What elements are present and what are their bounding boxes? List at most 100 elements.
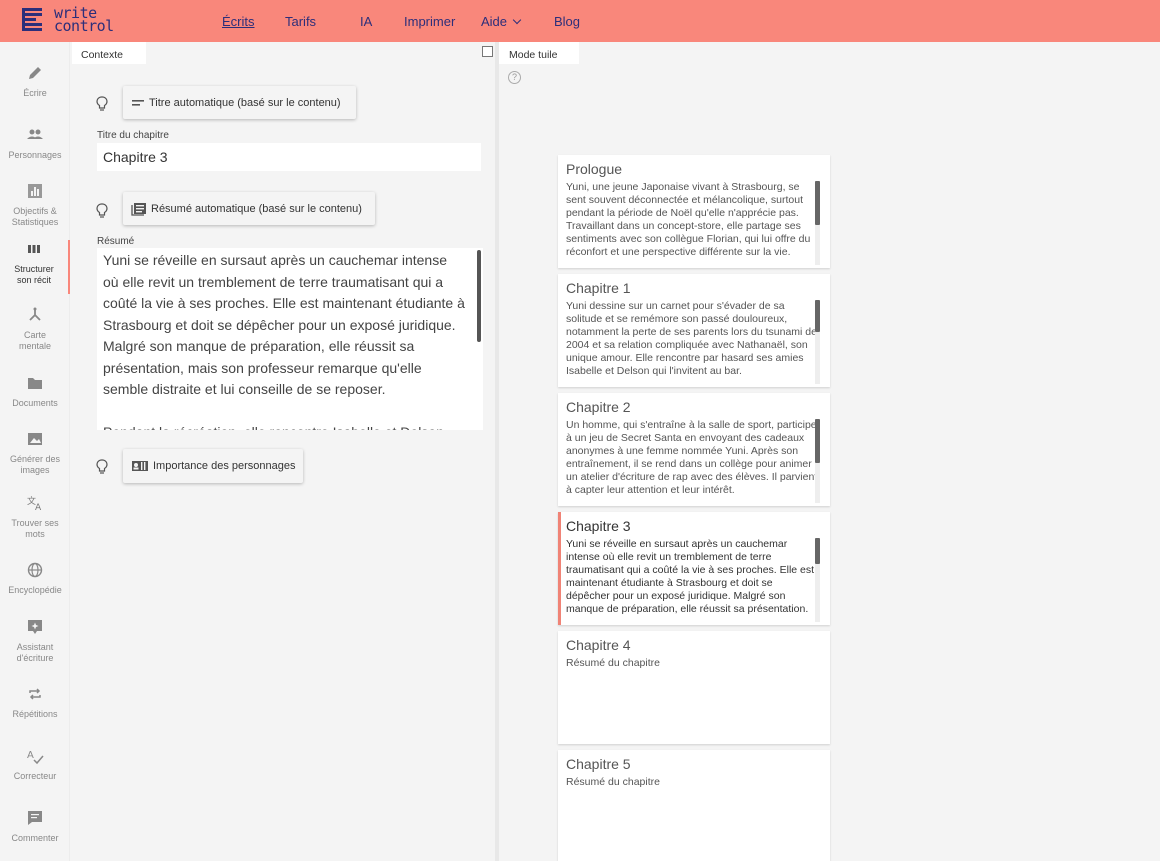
logo-text: write control: [54, 4, 114, 35]
chapter-tile-summary: Yuni dessine sur un carnet pour s'évader…: [566, 300, 817, 378]
sidebar-item-label: mentale: [18, 341, 52, 351]
sidebar-item-label: son récit: [16, 275, 51, 285]
auto-summary-button[interactable]: Résumé automatique (basé sur le contenu): [123, 192, 375, 225]
sidebar-item-generer-images[interactable]: Générer des images: [0, 430, 70, 476]
nav-blog[interactable]: Blog: [554, 14, 580, 29]
sidebar-item-label: Écrire: [23, 88, 47, 98]
pencil-icon: [29, 67, 41, 79]
short-text-icon: [132, 99, 144, 106]
tab-contexte[interactable]: Contexte: [72, 42, 146, 64]
svg-text:A: A: [27, 750, 34, 761]
chapter-tile-summary: Yuni, une jeune Japonaise vivant à Stras…: [566, 181, 811, 259]
chapter-tile-summary: Yuni se réveille en sursaut après un cau…: [566, 538, 815, 616]
logo-icon: [22, 7, 46, 33]
nav-aide-label: Aide: [481, 14, 508, 29]
sidebar-item-correcteur[interactable]: A Correcteur: [0, 747, 70, 782]
chapter-tile-title: Prologue: [566, 161, 623, 177]
chapter-title-input[interactable]: [97, 143, 481, 171]
translate-icon: 文A: [27, 495, 42, 512]
sidebar-item-label: Commenter: [11, 833, 59, 843]
sidebar-item-repetitions[interactable]: Répétitions: [0, 685, 70, 720]
sidebar-item-label: mots: [25, 529, 45, 539]
sidebar-item-ecrire[interactable]: Écrire: [0, 64, 70, 99]
columns-icon: [28, 245, 40, 253]
sidebar-item-documents[interactable]: Documents: [0, 374, 70, 409]
sidebar-item-label: Trouver ses: [11, 518, 59, 528]
sidebar-item-label: Carte: [23, 330, 46, 340]
chapter-tile-summary: Un homme, qui s'entraîne à la salle de s…: [566, 419, 818, 497]
write-control-logo[interactable]: write control: [22, 4, 114, 35]
panel-divider[interactable]: [495, 42, 499, 861]
chapter-tile-prologue[interactable]: Prologue Yuni, une jeune Japonaise vivan…: [558, 155, 830, 268]
tile-scrollbar[interactable]: [815, 538, 820, 564]
chapter-tile-summary: Résumé du chapitre: [566, 657, 660, 669]
sidebar-item-label: Assistant: [16, 642, 54, 652]
bar-chart-icon: [28, 184, 42, 198]
summary-scrollbar[interactable]: [477, 250, 481, 342]
assistant-icon: [28, 620, 42, 634]
help-icon[interactable]: ?: [508, 71, 521, 84]
sidebar-item-label: Statistiques: [11, 217, 59, 227]
nav-imprimer[interactable]: Imprimer: [404, 14, 455, 29]
sidebar-item-structurer[interactable]: Structurer son récit: [0, 240, 70, 294]
nav-ia[interactable]: IA: [360, 14, 372, 29]
chapter-tile-title: Chapitre 1: [566, 280, 631, 296]
top-navigation-bar: write control Écrits Tarifs IA Imprimer …: [0, 0, 1160, 42]
sidebar-item-encyclopedie[interactable]: Encyclopédie: [0, 561, 70, 596]
auto-summary-label: Résumé automatique (basé sur le contenu): [151, 202, 362, 215]
nav-ecrits[interactable]: Écrits: [222, 14, 255, 29]
chevron-down-icon: [512, 15, 522, 25]
globe-icon: [27, 562, 43, 578]
chapter-tile-title: Chapitre 2: [566, 399, 631, 415]
tab-mode-tuile[interactable]: Mode tuile: [499, 42, 579, 64]
title-label: Titre du chapitre: [97, 130, 169, 141]
sidebar-item-label: Documents: [12, 398, 58, 408]
folder-icon: [28, 378, 42, 389]
article-icon: [131, 202, 146, 216]
auto-title-label: Titre automatique (basé sur le contenu): [149, 96, 341, 109]
chapter-tile-5[interactable]: Chapitre 5 Résumé du chapitre: [558, 750, 830, 861]
sidebar-item-carte-mentale[interactable]: Carte mentale: [0, 306, 70, 352]
character-card-icon: [132, 461, 148, 471]
sidebar-item-objectifs[interactable]: Objectifs & Statistiques: [0, 182, 70, 228]
chapter-tile-1[interactable]: Chapitre 1 Yuni dessine sur un carnet po…: [558, 274, 830, 387]
summary-label: Résumé: [97, 236, 135, 247]
sidebar-item-label: images: [20, 465, 50, 475]
mind-map-icon: [29, 307, 41, 321]
tile-scrollbar[interactable]: [815, 419, 820, 463]
character-importance-button[interactable]: Importance des personnages: [123, 449, 303, 483]
svg-text:A: A: [35, 503, 42, 512]
sidebar-item-label: Correcteur: [13, 771, 57, 781]
sidebar-item-personnages[interactable]: Personnages: [0, 126, 70, 161]
summary-paragraph: Yuni se réveille en sursaut après un cau…: [103, 252, 465, 397]
auto-title-button[interactable]: Titre automatique (basé sur le contenu): [123, 86, 356, 119]
lightbulb-icon: [96, 459, 108, 474]
sidebar-item-label: Générer des: [9, 454, 61, 464]
comment-icon: [28, 811, 42, 825]
chapter-tile-4[interactable]: Chapitre 4 Résumé du chapitre: [558, 631, 830, 744]
sidebar-item-label: Objectifs &: [13, 206, 57, 216]
summary-textarea[interactable]: Yuni se réveille en sursaut après un cau…: [97, 248, 483, 430]
repeat-icon: [29, 688, 41, 700]
chapter-tile-2[interactable]: Chapitre 2 Un homme, qui s'entraîne à la…: [558, 393, 830, 506]
lightbulb-icon: [96, 96, 108, 111]
sidebar-item-label: Structurer: [14, 264, 54, 274]
sidebar-item-label: Personnages: [8, 150, 62, 160]
sidebar-item-trouver-mots[interactable]: 文A Trouver ses mots: [0, 494, 70, 540]
tile-scrollbar[interactable]: [815, 181, 820, 225]
image-icon: [28, 433, 42, 445]
chapter-tile-title: Chapitre 5: [566, 756, 631, 772]
sidebar-item-assistant[interactable]: Assistant d'écriture: [0, 618, 70, 664]
chapter-tile-3[interactable]: Chapitre 3 Yuni se réveille en sursaut a…: [558, 512, 830, 625]
nav-tarifs[interactable]: Tarifs: [285, 14, 316, 29]
chapter-tile-title: Chapitre 3: [566, 518, 631, 534]
spellcheck-icon: A: [27, 750, 44, 765]
nav-aide[interactable]: Aide: [481, 14, 522, 29]
tile-scrollbar[interactable]: [815, 300, 820, 332]
sidebar-item-label: d'écriture: [16, 653, 54, 663]
sidebar-item-label: Répétitions: [12, 709, 58, 719]
sidebar-item-commenter[interactable]: Commenter: [0, 809, 70, 844]
context-checkbox[interactable]: [482, 46, 493, 57]
lightbulb-icon: [96, 203, 108, 218]
sidebar: Écrire Personnages Objectifs & Statistiq…: [0, 42, 70, 861]
